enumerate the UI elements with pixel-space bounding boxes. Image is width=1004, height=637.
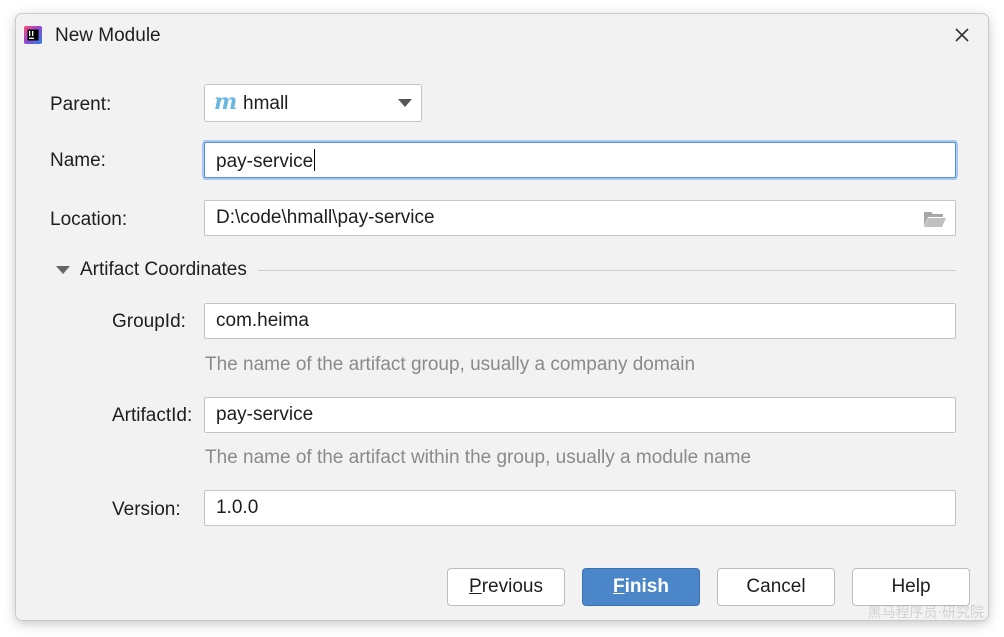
- location-label: Location:: [50, 209, 128, 230]
- artifactid-hint: The name of the artifact within the grou…: [205, 447, 752, 468]
- version-value: 1.0.0: [216, 497, 259, 518]
- finish-button[interactable]: Finish: [582, 568, 700, 606]
- text-caret: [314, 149, 316, 171]
- version-input[interactable]: 1.0.0: [204, 490, 956, 526]
- maven-icon: m: [214, 89, 238, 115]
- dialog-title: New Module: [55, 25, 161, 46]
- close-button[interactable]: [950, 23, 974, 47]
- artifactid-input[interactable]: pay-service: [204, 397, 956, 433]
- groupid-label: GroupId:: [112, 311, 186, 332]
- close-icon: [955, 28, 969, 42]
- location-input[interactable]: D:\code\hmall\pay-service: [204, 200, 956, 236]
- location-value: D:\code\hmall\pay-service: [216, 207, 435, 228]
- artifact-coordinates-section: Artifact Coordinates: [54, 258, 956, 284]
- new-module-dialog: New Module Parent: m hmall Name: pay-ser…: [16, 14, 988, 620]
- section-divider: [258, 270, 956, 271]
- title-bar: New Module: [16, 14, 988, 56]
- collapse-triangle-icon[interactable]: [56, 266, 70, 274]
- previous-mnemonic: P: [469, 576, 482, 597]
- watermark: 黑马程序员·研究院: [867, 605, 984, 621]
- help-button[interactable]: Help: [852, 568, 970, 606]
- name-input[interactable]: pay-service: [204, 142, 956, 178]
- parent-label: Parent:: [50, 94, 112, 115]
- finish-mnemonic: F: [613, 576, 625, 597]
- version-label: Version:: [112, 499, 181, 520]
- parent-select[interactable]: m hmall: [204, 84, 422, 122]
- parent-value: hmall: [243, 93, 289, 114]
- groupid-hint: The name of the artifact group, usually …: [205, 354, 696, 375]
- groupid-value: com.heima: [216, 310, 309, 331]
- previous-label: revious: [481, 576, 543, 597]
- name-value: pay-service: [216, 151, 314, 172]
- chevron-down-icon: [398, 99, 412, 107]
- finish-label: inish: [624, 576, 669, 597]
- intellij-idea-icon: [24, 26, 42, 44]
- groupid-input[interactable]: com.heima: [204, 303, 956, 339]
- section-title[interactable]: Artifact Coordinates: [80, 259, 247, 281]
- artifactid-label: ArtifactId:: [112, 405, 193, 426]
- previous-button[interactable]: Previous: [447, 568, 565, 606]
- artifactid-value: pay-service: [216, 404, 314, 425]
- name-label: Name:: [50, 150, 106, 171]
- folder-open-icon[interactable]: [923, 209, 947, 229]
- cancel-button[interactable]: Cancel: [717, 568, 835, 606]
